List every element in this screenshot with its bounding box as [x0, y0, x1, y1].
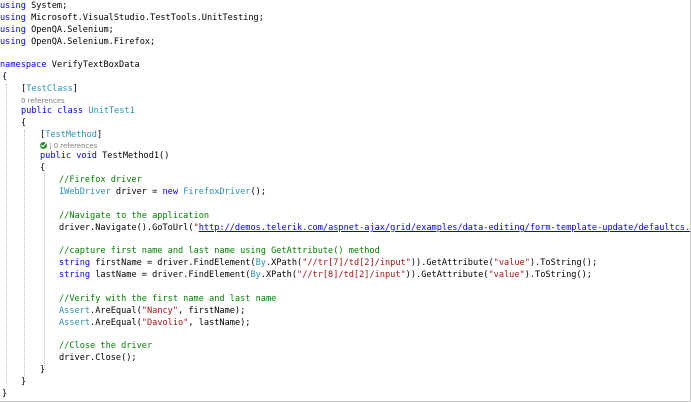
- method-signature: TestMethod1(): [102, 151, 170, 161]
- code-line-testclass-attr[interactable]: [TestClass]: [21, 84, 78, 95]
- attribute-name: TestClass: [26, 84, 73, 94]
- code-line-namespace[interactable]: namespace VerifyTextBoxData: [0, 60, 140, 71]
- code-text: lastName = driver.FindElement(: [90, 270, 251, 280]
- code-text: , firstName);: [178, 306, 246, 316]
- code-text: driver =: [110, 187, 163, 197]
- namespace-ref: Microsoft.VisualStudio.TestTools.UnitTes…: [31, 13, 264, 23]
- namespace-name: VerifyTextBoxData: [51, 60, 140, 70]
- comment-text: //capture first name and last name using…: [59, 246, 380, 256]
- type-name: Assert: [59, 306, 91, 316]
- code-text: .XPath(: [265, 258, 303, 268]
- comment-navigate[interactable]: //Navigate to the application: [59, 211, 209, 222]
- keyword: class: [57, 106, 84, 116]
- code-text: ).ToString();: [524, 270, 592, 280]
- code-line-class-open[interactable]: {: [21, 118, 26, 129]
- string-literal: "Davolio": [141, 318, 189, 328]
- string-literal: "value": [488, 270, 525, 280]
- open-brace: {: [40, 163, 46, 173]
- code-line-method-open[interactable]: {: [40, 163, 45, 174]
- close-brace: }: [2, 389, 8, 399]
- type-name: By: [250, 270, 261, 280]
- code-line-namespace-open[interactable]: {: [2, 72, 7, 83]
- string-literal: "//tr[8]/td[2]/input": [297, 270, 406, 280]
- keyword: string: [59, 270, 91, 280]
- comment-text: //Close the driver: [59, 341, 153, 351]
- code-line-4[interactable]: using OpenQA.Selenium.Firefox;: [0, 37, 155, 48]
- open-brace: {: [2, 72, 8, 82]
- code-line-driver-decl[interactable]: IWebDriver driver = new FirefoxDriver();: [59, 187, 266, 198]
- keyword: public: [40, 151, 72, 161]
- code-line-namespace-close[interactable]: }: [2, 389, 7, 400]
- string-literal: "//tr[7]/td[2]/input": [302, 258, 411, 268]
- codelens-text: 0 references: [53, 142, 98, 150]
- code-line-assert-last[interactable]: Assert.AreEqual("Davolio", lastName);: [59, 318, 250, 329]
- close-brace: }: [40, 365, 46, 375]
- code-text: )).GetAttribute(: [410, 258, 494, 268]
- comment-text: //Verify with the first name and last na…: [59, 294, 277, 304]
- code-line-navigate[interactable]: driver.Navigate().GoToUrl("http://demos.…: [59, 223, 690, 234]
- code-line-testmethod-attr[interactable]: [TestMethod]: [40, 130, 102, 141]
- url-link[interactable]: http://demos.telerik.com/aspnet-ajax/gri…: [199, 223, 690, 233]
- comment-text: //Firefox driver: [59, 175, 142, 185]
- namespace-ref: System;: [31, 1, 68, 11]
- code-text: driver.Close();: [59, 353, 137, 363]
- indent-guide-method: [44, 173, 45, 368]
- indent-guide-class: [24, 130, 25, 376]
- code-line-3[interactable]: using OpenQA.Selenium;: [0, 25, 114, 36]
- type-name: By: [255, 258, 266, 268]
- code-text: .AreEqual(: [90, 318, 142, 328]
- comment-capture[interactable]: //capture first name and last name using…: [59, 246, 380, 257]
- keyword: namespace: [0, 60, 47, 70]
- string-literal: "Nancy": [141, 306, 179, 316]
- code-line-1[interactable]: using System;: [0, 1, 67, 12]
- type-name: Assert: [59, 318, 91, 328]
- type-name: IWebDriver: [59, 187, 111, 197]
- keyword: string: [59, 258, 91, 268]
- code-line-2[interactable]: using Microsoft.VisualStudio.TestTools.U…: [0, 13, 264, 24]
- string-literal: "value": [493, 258, 530, 268]
- keyword: using: [0, 1, 26, 11]
- code-line-lastname[interactable]: string lastName = driver.FindElement(By.…: [59, 270, 592, 281]
- comment-firefox-driver[interactable]: //Firefox driver: [59, 175, 142, 186]
- keyword: using: [0, 13, 26, 23]
- close-brace: }: [21, 377, 27, 387]
- open-brace: {: [21, 118, 27, 128]
- test-passed-icon[interactable]: [40, 142, 47, 149]
- code-text: firstName = driver.FindElement(: [90, 258, 256, 268]
- namespace-ref: OpenQA.Selenium.Firefox;: [31, 37, 156, 47]
- code-editor[interactable]: using System; using Microsoft.VisualStud…: [0, 0, 691, 402]
- attribute-name: TestMethod: [45, 130, 97, 140]
- indent-guide-namespace: [6, 84, 7, 384]
- code-text: ).ToString();: [529, 258, 598, 268]
- comment-text: //Navigate to the application: [59, 211, 210, 221]
- keyword: void: [76, 151, 97, 161]
- comment-verify[interactable]: //Verify with the first name and last na…: [59, 294, 276, 305]
- keyword: using: [0, 37, 26, 47]
- code-text: ();: [250, 187, 267, 197]
- keyword: new: [162, 187, 179, 197]
- class-name: UnitTest1: [88, 106, 135, 116]
- code-line-assert-first[interactable]: Assert.AreEqual("Nancy", firstName);: [59, 306, 245, 317]
- code-text: , lastName);: [188, 318, 251, 328]
- comment-close[interactable]: //Close the driver: [59, 341, 152, 352]
- code-line-firstname[interactable]: string firstName = driver.FindElement(By…: [59, 258, 597, 269]
- code-text: .AreEqual(: [90, 306, 142, 316]
- code-line-class-close[interactable]: }: [21, 377, 26, 388]
- keyword: public: [21, 106, 53, 116]
- code-line-method-decl[interactable]: public void TestMethod1(): [40, 151, 169, 162]
- codelens-separator: |: [49, 142, 52, 150]
- code-text: .XPath(: [260, 270, 298, 280]
- keyword: using: [0, 25, 26, 35]
- codelens-text: 0 references: [21, 97, 65, 105]
- code-text: )).GetAttribute(: [405, 270, 489, 280]
- code-text: driver.Navigate().GoToUrl(: [59, 223, 194, 233]
- type-name: FirefoxDriver: [183, 187, 251, 197]
- code-line-close[interactable]: driver.Close();: [59, 353, 137, 364]
- namespace-ref: OpenQA.Selenium;: [31, 25, 114, 35]
- code-line-class-decl[interactable]: public class UnitTest1: [21, 106, 135, 117]
- code-line-method-close[interactable]: }: [40, 365, 45, 376]
